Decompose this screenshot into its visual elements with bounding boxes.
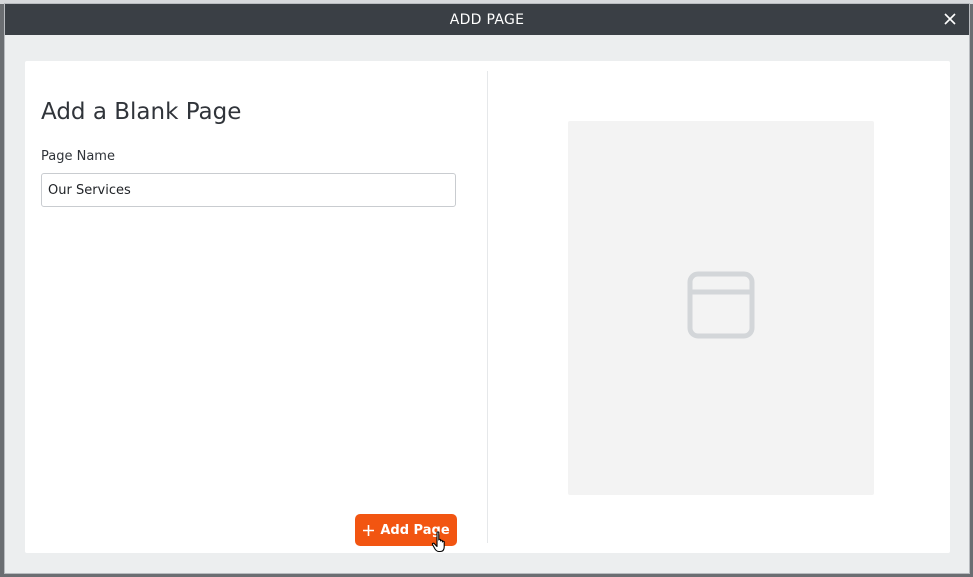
add-page-button[interactable]: Add Page bbox=[355, 514, 457, 546]
column-divider bbox=[487, 71, 488, 543]
blank-page-icon bbox=[687, 271, 755, 339]
add-page-button-label: Add Page bbox=[380, 522, 450, 538]
close-icon[interactable] bbox=[941, 10, 959, 28]
modal-header: ADD PAGE bbox=[5, 4, 969, 35]
modal-title: ADD PAGE bbox=[449, 11, 525, 28]
page-preview bbox=[568, 121, 874, 495]
page-name-label: Page Name bbox=[41, 149, 115, 164]
add-page-modal: ADD PAGE Add a Blank Page Page Name Add … bbox=[4, 3, 970, 574]
modal-content-panel: Add a Blank Page Page Name Add Page bbox=[25, 61, 950, 553]
plus-icon bbox=[362, 524, 375, 537]
form-column: Add a Blank Page Page Name Add Page bbox=[25, 61, 487, 553]
page-name-input[interactable] bbox=[41, 173, 456, 207]
form-heading: Add a Blank Page bbox=[41, 99, 242, 125]
